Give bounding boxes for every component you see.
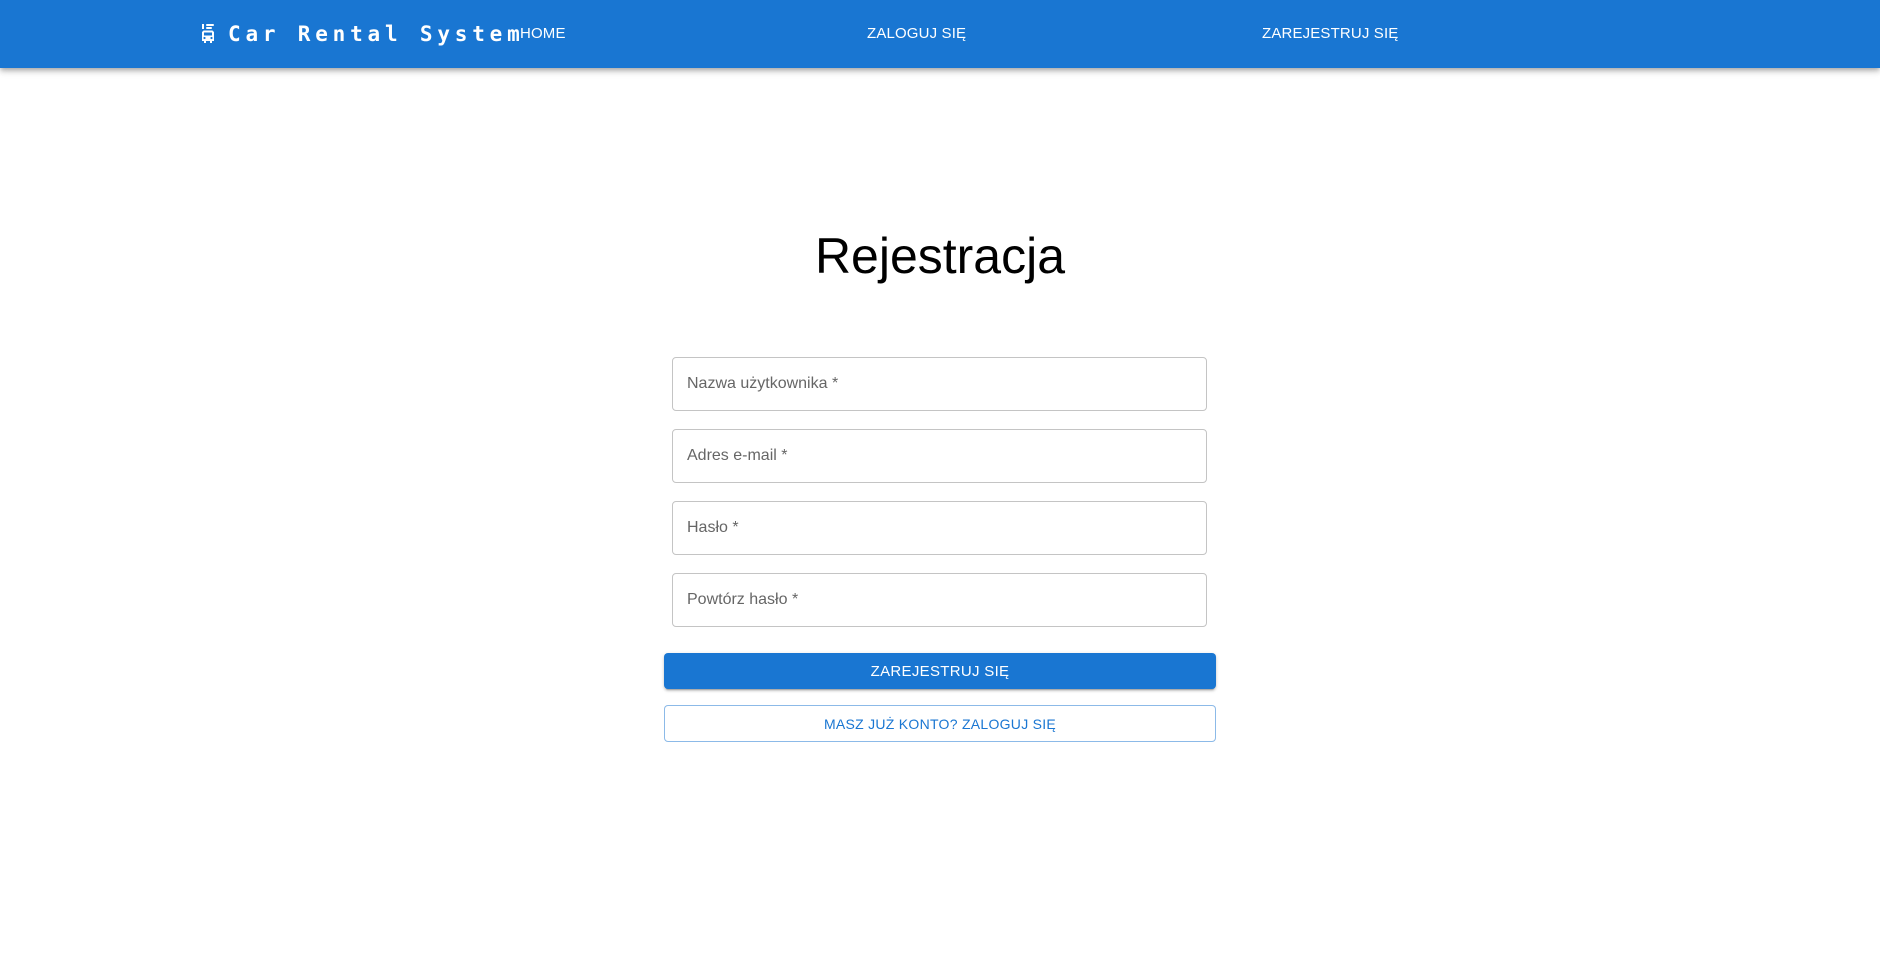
email-input[interactable] xyxy=(673,430,1206,482)
brand-title: Car Rental System xyxy=(228,22,525,46)
nav-register-link[interactable]: ZAREJESTRUJ SIĘ xyxy=(1262,21,1398,47)
go-to-login-button[interactable]: MASZ JUŻ KONTO? ZALOGUJ SIĘ xyxy=(664,705,1216,742)
app-bar: Car Rental System HOME ZALOGUJ SIĘ ZAREJ… xyxy=(0,0,1880,68)
repeat-password-input[interactable] xyxy=(673,574,1206,626)
username-field[interactable] xyxy=(672,357,1207,411)
page-title: Rejestracja xyxy=(814,228,1066,284)
car-rental-icon xyxy=(202,24,214,43)
password-input[interactable] xyxy=(673,502,1206,554)
brand-logo-link[interactable]: Car Rental System xyxy=(200,20,525,48)
password-field[interactable] xyxy=(672,501,1207,555)
register-submit-button[interactable]: ZAREJESTRUJ SIĘ xyxy=(664,653,1216,689)
email-field[interactable] xyxy=(672,429,1207,483)
username-input[interactable] xyxy=(673,358,1206,410)
nav-home-link[interactable]: HOME xyxy=(520,21,566,47)
nav-login-link[interactable]: ZALOGUJ SIĘ xyxy=(867,21,966,47)
repeat-password-field[interactable] xyxy=(672,573,1207,627)
